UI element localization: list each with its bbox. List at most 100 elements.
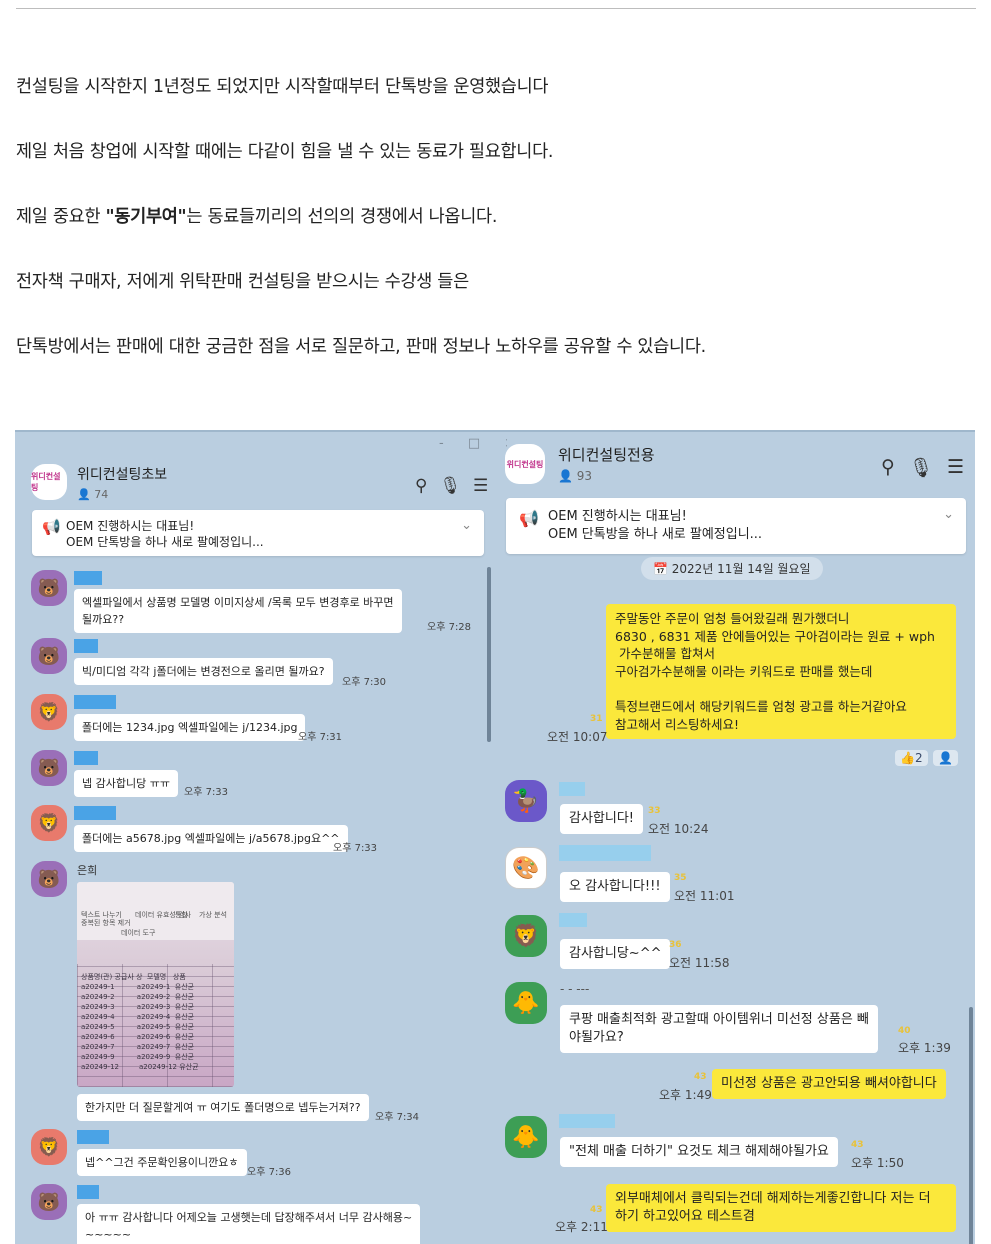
chat-screenshot: - □ × 위디컨설팅 위디컨설팅초보 👤 74 ⚲ 🎙 ☰ 📢 OEM 진행하…: [15, 430, 975, 1244]
avatar[interactable]: 🐻: [31, 750, 67, 786]
left-header-icons: ⚲ 🎙 ☰: [415, 476, 488, 496]
date-divider: 📅 2022년 11월 14일 월요일: [641, 557, 823, 580]
message-time: 오전 10:07: [547, 730, 608, 744]
left-member-count: 👤 74: [77, 488, 167, 501]
message-time: 오후 7:33: [184, 787, 229, 798]
sender-name-blurred: [74, 695, 116, 709]
message-time: 오후 7:31: [298, 732, 343, 743]
message-bubble[interactable]: 폴더에는 1234.jpg 엑셀파일에는 j/1234.jpg: [74, 714, 306, 741]
search-icon[interactable]: ⚲: [881, 456, 895, 479]
right-room-avatar: 위디컨설팅: [505, 444, 545, 484]
avatar[interactable]: 🦁: [31, 694, 67, 730]
right-scrollbar[interactable]: [969, 1007, 973, 1244]
message-bubble[interactable]: 오 감사합니다!!!: [560, 872, 670, 902]
right-notice[interactable]: 📢 OEM 진행하시는 대표님! OEM 단톡방을 하나 새로 팔예정입니...…: [506, 498, 966, 554]
avatar[interactable]: 🐻: [31, 570, 67, 606]
message-bubble[interactable]: "전체 매출 더하기" 요것도 체크 해제해야될가요: [560, 1137, 838, 1167]
unread-count: 33: [648, 806, 661, 816]
message-bubble[interactable]: 폴더에는 a5678.jpg 엑셀파일에는 j/a5678.jpg요^^: [74, 825, 348, 852]
right-notice-line1: OEM 진행하시는 대표님!: [548, 509, 687, 524]
message-bubble[interactable]: 빅/미디엄 각각 j폴더에는 변경전으로 올리면 될까요?: [74, 658, 333, 685]
unread-count: 43: [590, 1205, 603, 1215]
reaction-badge[interactable]: 👍2: [895, 750, 928, 766]
menu-icon[interactable]: ☰: [947, 456, 964, 479]
message-bubble[interactable]: 넵^^그건 주문확인용이니깐요ㅎ: [77, 1149, 247, 1176]
sender-name-blurred: [559, 1114, 615, 1128]
megaphone-icon: 📢: [42, 518, 61, 536]
avatar[interactable]: 🐥: [505, 1116, 547, 1158]
sender-name-blurred: [559, 845, 651, 861]
right-header-icons: ⚲ 🎙 ☰: [881, 456, 964, 479]
message-bubble[interactable]: 한가지만 더 질문할게여 ㅠ 여기도 폴더명으로 넵두는거져??: [77, 1094, 369, 1121]
search-icon[interactable]: ⚲: [415, 476, 427, 496]
message-time: 오후 1:39: [898, 1041, 951, 1055]
message-bubble[interactable]: 감사합니다!: [560, 804, 644, 834]
avatar[interactable]: 🦁: [505, 915, 547, 957]
paragraph-4: 전자책 구매자, 저에게 위탁판매 컨설팅을 받으시는 수강생 들은: [16, 272, 469, 292]
avatar[interactable]: 🐻: [31, 638, 67, 674]
avatar[interactable]: 🦁: [31, 1129, 67, 1165]
message-bubble[interactable]: 아 ㅠㅠ 감사합니다 어제오늘 고생햇는데 답장해주셔서 너무 감사해용~ ~~…: [77, 1204, 421, 1244]
left-notice[interactable]: 📢 OEM 진행하시는 대표님! OEM 단톡방을 하나 새로 팔예정입니...…: [32, 510, 484, 556]
shared-photo-spreadsheet[interactable]: 텍스트 나누기 중복된 항목 제거 데이터 유효성 검사 통합 가상 분석 데이…: [77, 882, 234, 1087]
sender-name-blurred: [77, 1130, 109, 1144]
my-message-bubble[interactable]: 미선정 상품은 광고안되용 빼셔야합니다: [712, 1069, 946, 1099]
reaction-user-icon[interactable]: 👤: [933, 750, 958, 766]
microphone-icon[interactable]: 🎙: [909, 456, 933, 479]
chevron-down-icon[interactable]: ⌄: [943, 506, 954, 524]
unread-count: 43: [694, 1072, 707, 1082]
avatar[interactable]: 🐥: [505, 982, 547, 1024]
avatar[interactable]: 🦁: [31, 805, 67, 841]
thumbs-up-icon: 👍: [900, 751, 915, 765]
photo-cells: 상품명(관) 공급사 상 모델명 상품 a20249-1 a20249-1 유산…: [81, 973, 199, 1071]
message-time: 오후 7:30: [342, 677, 387, 688]
paragraph-3-bold: "동기부여": [105, 207, 187, 227]
message-time: 오후 1:50: [851, 1156, 904, 1170]
paragraph-1: 컨설팅을 시작한지 1년정도 되었지만 시작할때부터 단톡방을 운영했습니다: [16, 77, 549, 97]
menu-icon[interactable]: ☰: [473, 476, 488, 496]
unread-count: 35: [674, 873, 687, 883]
unread-count: 31: [590, 714, 603, 724]
left-room-title: 위디컨설팅초보: [77, 467, 168, 483]
sender-name-blurred: [74, 806, 116, 820]
message-bubble[interactable]: 넵 감사합니당 ㅠㅠ: [74, 770, 178, 797]
sender-name-blurred: [74, 751, 98, 765]
paragraph-5: 단톡방에서는 판매에 대한 궁금한 점을 서로 질문하고, 판매 정보나 노하우…: [16, 337, 706, 357]
microphone-icon[interactable]: 🎙: [439, 476, 461, 496]
unread-count: 36: [669, 940, 682, 950]
top-divider: [16, 8, 976, 9]
sender-name: 은희: [77, 864, 98, 877]
message-time: 오전 10:24: [648, 822, 709, 836]
megaphone-icon: 📢: [519, 509, 539, 528]
unread-count: 40: [898, 1026, 911, 1036]
message-bubble[interactable]: 엑셀파일에서 상품명 모델명 이미지상세 /목록 모두 변경후로 바꾸면 될까요…: [74, 589, 402, 633]
avatar[interactable]: 🦆: [505, 780, 547, 822]
photo-ribbon-label: 통합: [175, 911, 188, 919]
avatar[interactable]: 🐻: [31, 1184, 67, 1220]
calendar-icon: 📅: [653, 562, 668, 576]
left-room-avatar: 위디컨설팅: [31, 464, 67, 500]
message-time: 오후 7:36: [247, 1167, 292, 1178]
sender-name-blurred: [74, 571, 102, 585]
photo-ribbon-label: 중복된 항목 제거: [81, 919, 131, 927]
sender-name-blurred: [77, 1185, 99, 1199]
left-scrollbar[interactable]: [487, 567, 491, 742]
message-time: 오전 11:58: [669, 956, 730, 970]
paragraph-2: 제일 처음 창업에 시작할 때에는 다같이 힘을 낼 수 있는 동료가 필요합니…: [16, 142, 554, 162]
message-time: 오후 7:34: [375, 1112, 420, 1123]
unread-count: 43: [851, 1140, 864, 1150]
right-member-count: 👤 93: [558, 469, 655, 483]
avatar[interactable]: 🎨: [505, 847, 547, 889]
message-time: 오후 7:33: [333, 843, 378, 854]
avatar[interactable]: 🐻: [31, 861, 67, 897]
left-member-count-value: 74: [94, 488, 109, 501]
message-time: 오후 1:49: [659, 1088, 712, 1102]
my-message-bubble[interactable]: 외부매체에서 클릭되는건데 해제하는게좋긴합니다 저는 더 하기 하고있어요 테…: [606, 1184, 956, 1232]
left-notice-line1: OEM 진행하시는 대표님!: [66, 519, 195, 533]
message-bubble[interactable]: 감사합니당~^^: [560, 939, 671, 969]
message-time: 오후 2:11: [555, 1220, 608, 1234]
left-notice-line2: OEM 단톡방을 하나 새로 팔예정입니...: [66, 535, 264, 549]
my-message-bubble[interactable]: 주말동안 주문이 엄청 들어왔길래 뭔가했더니 6830 , 6831 제품 안…: [606, 604, 956, 740]
chevron-down-icon[interactable]: ⌄: [461, 518, 472, 534]
message-bubble[interactable]: 쿠팡 매출최적화 광고할때 아이템위너 미선정 상품은 빼 야될가요?: [560, 1005, 878, 1053]
